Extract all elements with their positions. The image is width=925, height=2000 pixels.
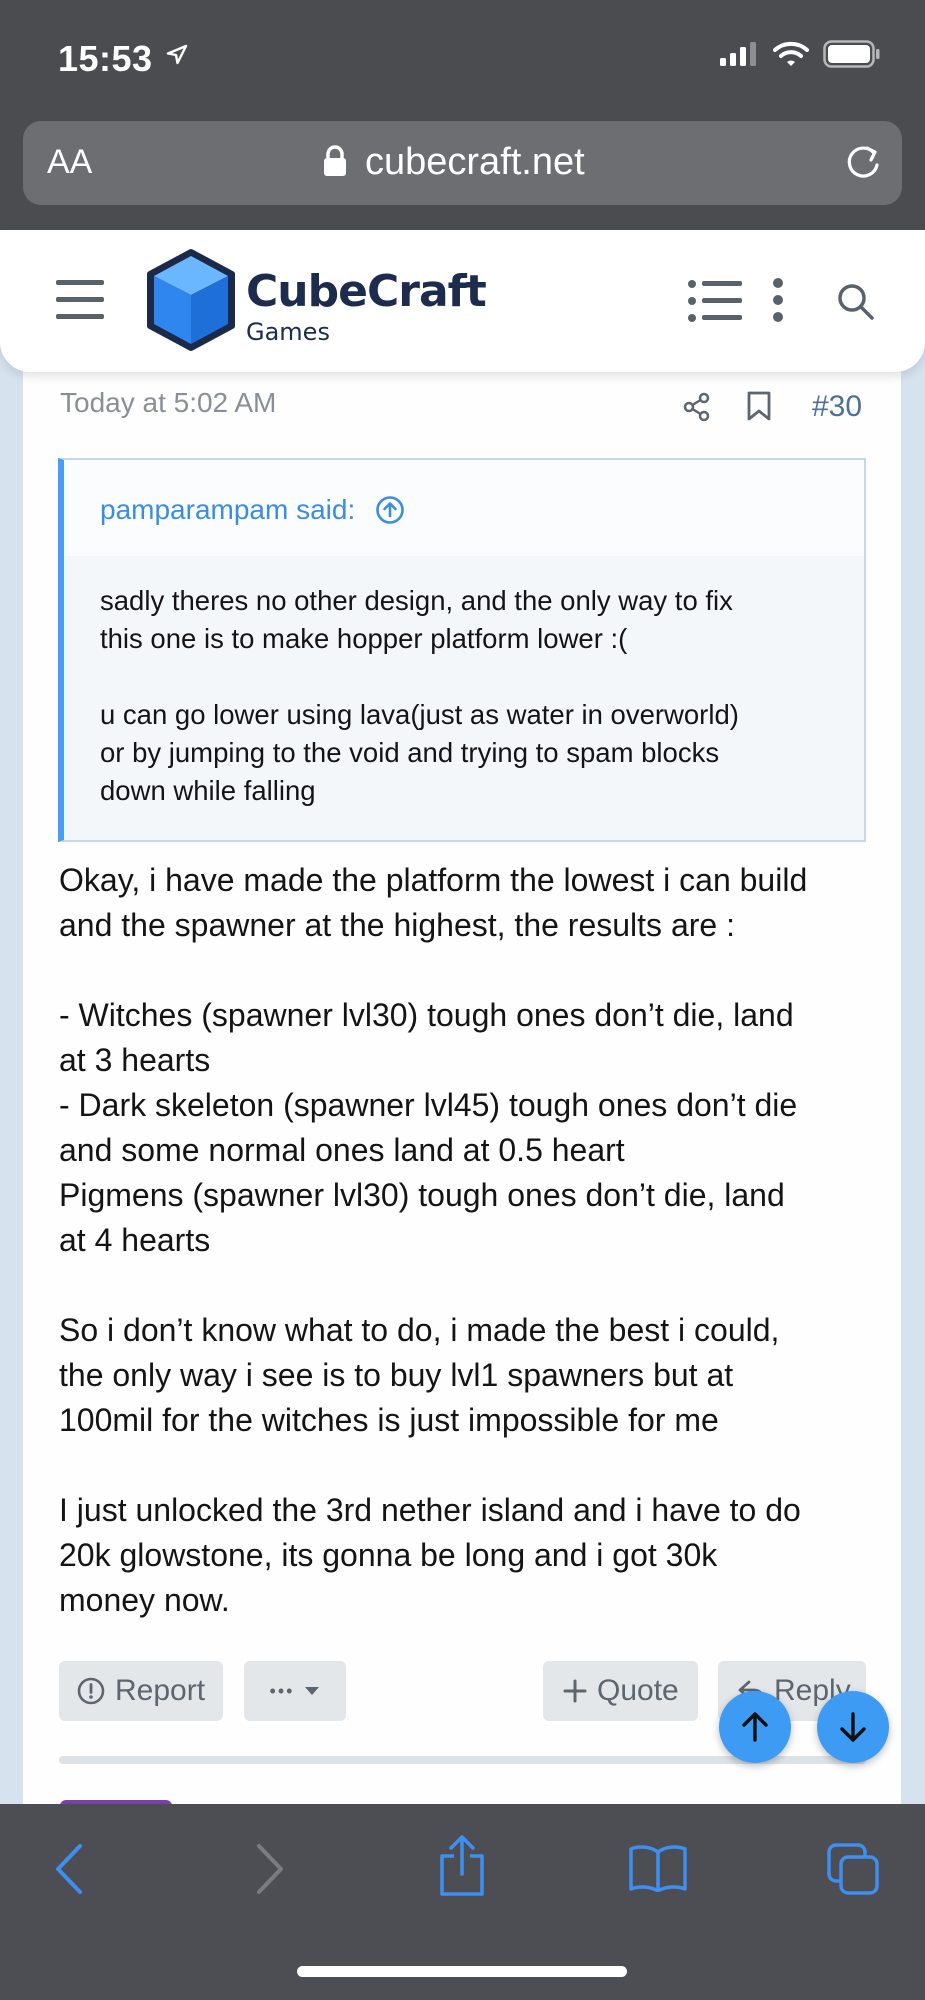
- quote-body: sadly theres no other design, and the on…: [64, 556, 864, 810]
- reader-text-size-button[interactable]: AA: [47, 143, 92, 182]
- status-icons: [719, 40, 881, 68]
- quote-block: pamparampam said: sadly theres no other …: [58, 458, 866, 842]
- share-icon[interactable]: [682, 392, 712, 422]
- status-time: 15:53: [58, 38, 153, 79]
- report-button[interactable]: Report: [59, 1661, 223, 1721]
- quote-line: down while falling: [100, 775, 316, 806]
- brand-name[interactable]: CubeCraft: [246, 266, 487, 317]
- home-indicator: [297, 1966, 627, 1977]
- forward-icon[interactable]: [253, 1842, 287, 1896]
- jump-to-quote-icon[interactable]: [375, 495, 405, 525]
- cubecraft-logo-icon[interactable]: [146, 248, 236, 352]
- list-view-icon[interactable]: [688, 280, 742, 322]
- message-line: Okay, i have made the platform the lowes…: [59, 862, 808, 898]
- quote-line: or by jumping to the void and trying to …: [100, 737, 720, 768]
- more-options-dots: •••: [269, 1680, 295, 1701]
- tabs-icon[interactable]: [826, 1842, 880, 1896]
- post-number-link[interactable]: #30: [812, 390, 862, 424]
- address-bar[interactable]: AA cubecraft.net: [23, 121, 902, 205]
- quote-button[interactable]: Quote: [543, 1661, 698, 1721]
- alert-circle-icon: [77, 1677, 105, 1705]
- post-message: Okay, i have made the platform the lowes…: [59, 858, 889, 1623]
- caret-down-icon: [305, 1687, 320, 1695]
- post-date[interactable]: Today at 5:02 AM: [60, 387, 276, 419]
- quote-line: this one is to make hopper platform lowe…: [100, 623, 628, 654]
- message-line: and some normal ones land at 0.5 heart: [59, 1132, 625, 1168]
- message-line: at 4 hearts: [59, 1222, 211, 1258]
- message-line: at 3 hearts: [59, 1042, 211, 1078]
- share-sheet-icon[interactable]: [436, 1834, 488, 1898]
- brand-subtitle: Games: [246, 318, 330, 346]
- bookmark-icon[interactable]: [746, 390, 772, 422]
- message-line: money now.: [59, 1582, 230, 1618]
- bookmarks-icon[interactable]: [628, 1844, 688, 1892]
- message-line: and the spawner at the highest, the resu…: [59, 907, 735, 943]
- arrow-down-icon: [840, 1712, 866, 1742]
- location-arrow-icon: [166, 44, 188, 65]
- lock-icon: [324, 145, 346, 176]
- more-vertical-icon[interactable]: [772, 278, 784, 322]
- quote-header[interactable]: pamparampam said:: [64, 460, 864, 556]
- text-size-label: AA: [47, 143, 93, 181]
- menu-icon[interactable]: [56, 278, 104, 322]
- cellular-signal-icon: [720, 42, 756, 66]
- message-line: Pigmens (spawner lvl30) tough ones don’t…: [59, 1177, 785, 1213]
- battery-icon: [823, 40, 880, 68]
- quote-line: u can go lower using lava(just as water …: [100, 699, 739, 730]
- message-line: 100mil for the witches is just impossibl…: [59, 1402, 719, 1438]
- message-line: 20k glowstone, its gonna be long and i g…: [59, 1537, 718, 1573]
- message-line: - Witches (spawner lvl30) tough ones don…: [59, 997, 794, 1033]
- site-header: CubeCraft Games: [0, 230, 925, 372]
- more-options-button[interactable]: •••: [244, 1661, 346, 1721]
- url-text[interactable]: cubecraft.net: [365, 141, 585, 184]
- browser-top-bar: 15:53 AA cubecraft.net: [0, 0, 925, 240]
- quote-author[interactable]: pamparampam said:: [100, 494, 355, 525]
- scroll-up-button[interactable]: [719, 1691, 791, 1763]
- message-line: So i don’t know what to do, i made the b…: [59, 1312, 780, 1348]
- quote-label: Quote: [597, 1674, 679, 1707]
- scroll-down-button[interactable]: [817, 1691, 889, 1763]
- arrow-up-icon: [742, 1712, 768, 1742]
- report-label: Report: [115, 1674, 206, 1707]
- message-line: the only way i see is to buy lvl1 spawne…: [59, 1357, 734, 1393]
- quote-line: sadly theres no other design, and the on…: [100, 585, 733, 616]
- plus-icon: [563, 1679, 587, 1703]
- reload-icon[interactable]: [842, 141, 884, 183]
- message-line: I just unlocked the 3rd nether island an…: [59, 1492, 801, 1528]
- back-icon[interactable]: [52, 1842, 86, 1896]
- search-icon[interactable]: [836, 282, 876, 322]
- wifi-icon: [773, 41, 809, 66]
- message-line: - Dark skeleton (spawner lvl45) tough on…: [59, 1087, 798, 1123]
